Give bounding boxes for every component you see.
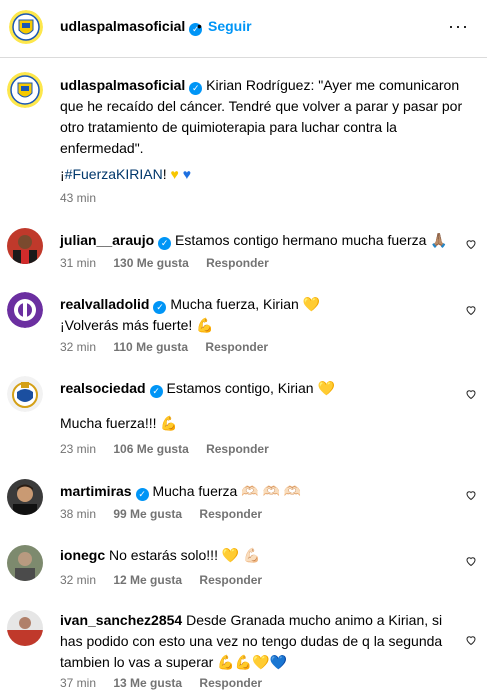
heart-icon[interactable] xyxy=(465,555,477,567)
caption-text: udlaspalmasoficial ✓ Kirian Rodríguez: "A… xyxy=(60,75,465,159)
martimiras-avatar[interactable] xyxy=(7,479,43,515)
comment-meta: 32 min 110 Me gusta Responder xyxy=(60,340,282,354)
comment-body: julian__araujo ✓ Estamos contigo hermano … xyxy=(60,230,455,251)
comment-likes[interactable]: 99 Me gusta xyxy=(113,507,182,521)
header-username-row[interactable]: udlaspalmasoficial ✓ xyxy=(60,18,203,36)
julian-avatar[interactable] xyxy=(7,228,43,264)
comment-text: No estarás solo!!! xyxy=(109,547,218,563)
caption-username[interactable]: udlaspalmasoficial xyxy=(60,77,185,93)
comment-username[interactable]: realvalladolid xyxy=(60,296,149,312)
comment-likes[interactable]: 12 Me gusta xyxy=(113,573,182,587)
comment-meta: 31 min 130 Me gusta Responder xyxy=(60,256,283,270)
comment-username[interactable]: ionegc xyxy=(60,547,105,563)
biceps-hearts-icon: 💪💪💛💙 xyxy=(217,654,287,670)
yellow-heart-icon: 💛 xyxy=(302,296,321,312)
yellow-heart-icon: ♥ xyxy=(170,166,179,182)
comment-time: 23 min xyxy=(60,442,97,456)
caption-time: 43 min xyxy=(60,191,97,205)
heart-icon[interactable] xyxy=(465,388,477,400)
comment-body: martimiras ✓ Mucha fuerza 🫶🏻 🫶🏻 🫶🏻 xyxy=(60,481,455,502)
comment-likes[interactable]: 13 Me gusta xyxy=(113,676,182,690)
comment-likes[interactable]: 106 Me gusta xyxy=(113,442,188,456)
comment-text: Estamos contigo hermano mucha fuerza xyxy=(175,232,427,248)
caption-avatar[interactable] xyxy=(7,72,43,108)
praying-hands-icon: 🙏🏽 xyxy=(430,232,448,248)
caption-hashtag-line: ¡#FuerzaKIRIAN! ♥ ♥ xyxy=(60,166,191,182)
reply-button[interactable]: Responder xyxy=(206,442,269,456)
verified-badge-icon: ✓ xyxy=(153,301,167,314)
post-header: udlaspalmasoficial ✓ • Seguir ··· xyxy=(0,0,487,58)
reply-button[interactable]: Responder xyxy=(199,573,262,587)
comment-text-line2: ¡Volverás más fuerte! xyxy=(60,317,193,333)
reply-button[interactable]: Responder xyxy=(199,676,262,690)
more-options-icon[interactable]: ··· xyxy=(448,16,469,37)
reply-button[interactable]: Responder xyxy=(206,256,269,270)
verified-badge-icon: ✓ xyxy=(189,82,203,95)
comment-body: realvalladolid ✓ Mucha fuerza, Kirian 💛 ¡… xyxy=(60,294,455,336)
heart-icon[interactable] xyxy=(465,304,477,316)
comment-body-line2: Mucha fuerza!!! 💪 xyxy=(60,413,455,434)
heart-icon[interactable] xyxy=(465,634,477,646)
yellow-heart-icon: 💛 xyxy=(317,380,335,396)
reply-button[interactable]: Responder xyxy=(205,340,268,354)
hashtag-suffix: ! xyxy=(162,166,167,182)
comment-text: Estamos contigo, Kirian xyxy=(166,380,314,396)
comment-likes[interactable]: 110 Me gusta xyxy=(113,340,188,354)
udlaspalmas-avatar[interactable] xyxy=(9,10,43,44)
header-username[interactable]: udlaspalmasoficial xyxy=(60,18,185,34)
comment-username[interactable]: realsociedad xyxy=(60,380,146,396)
flexed-biceps-icon: 💪 xyxy=(196,317,214,333)
comment-body: ivan_sanchez2854 Desde Granada mucho ani… xyxy=(60,610,455,673)
comment-meta: 23 min 106 Me gusta Responder xyxy=(60,442,283,456)
comment-body: ionegc No estarás solo!!! 💛 💪🏻 xyxy=(60,545,455,566)
separator-dot: • xyxy=(197,18,202,34)
realsociedad-avatar[interactable] xyxy=(7,376,43,412)
comment-time: 31 min xyxy=(60,256,97,270)
comment-username[interactable]: julian__araujo xyxy=(60,232,154,248)
comment-meta: 32 min 12 Me gusta Responder xyxy=(60,573,276,587)
comment-text: Mucha fuerza, Kirian xyxy=(170,296,299,312)
comment-meta: 38 min 99 Me gusta Responder xyxy=(60,507,276,521)
comment-time: 32 min xyxy=(60,340,97,354)
heart-icon[interactable] xyxy=(465,489,477,501)
comment-username[interactable]: martimiras xyxy=(60,483,132,499)
comment-time: 37 min xyxy=(60,676,97,690)
blue-heart-icon: ♥ xyxy=(182,166,192,182)
ionegc-avatar[interactable] xyxy=(7,545,43,581)
comment-text-line2: Mucha fuerza!!! xyxy=(60,415,157,431)
comment-time: 38 min xyxy=(60,507,97,521)
comment-likes[interactable]: 130 Me gusta xyxy=(113,256,188,270)
comment-username[interactable]: ivan_sanchez2854 xyxy=(60,612,182,628)
heart-icon[interactable] xyxy=(465,238,477,250)
flexed-biceps-icon: 💪 xyxy=(160,415,178,431)
comment-meta: 37 min 13 Me gusta Responder xyxy=(60,676,276,690)
hashtag-link[interactable]: #FuerzaKIRIAN xyxy=(65,166,163,182)
comment-text: Mucha fuerza xyxy=(152,483,238,499)
verified-badge-icon: ✓ xyxy=(135,488,149,501)
heart-hands-icon: 🫶🏻 🫶🏻 🫶🏻 xyxy=(241,483,302,499)
verified-badge-icon: ✓ xyxy=(149,385,163,398)
comment-time: 32 min xyxy=(60,573,97,587)
realvalladolid-avatar[interactable] xyxy=(7,292,43,328)
follow-button[interactable]: Seguir xyxy=(208,18,252,34)
comment-body: realsociedad ✓ Estamos contigo, Kirian 💛 xyxy=(60,378,455,399)
ivan-avatar[interactable] xyxy=(7,610,43,646)
verified-badge-icon: ✓ xyxy=(158,237,172,250)
heart-biceps-icon: 💛 💪🏻 xyxy=(221,547,261,563)
reply-button[interactable]: Responder xyxy=(199,507,262,521)
